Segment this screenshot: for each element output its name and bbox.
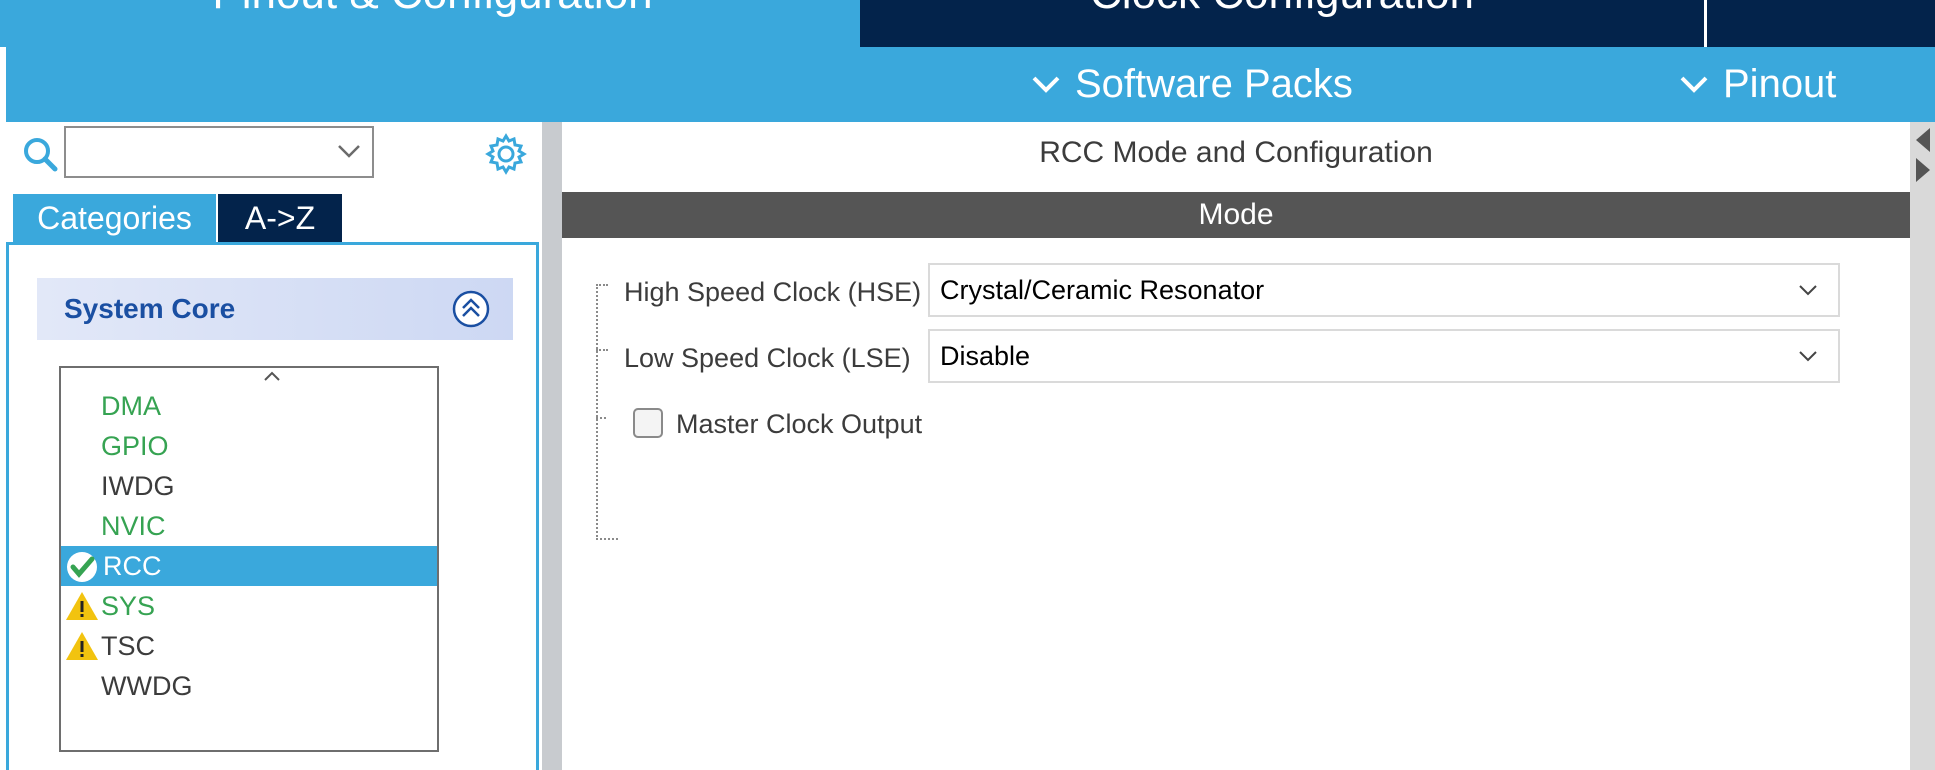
warning-icon <box>66 632 98 660</box>
chevron-down-icon[interactable] <box>1798 349 1818 363</box>
master-clock-output-label[interactable]: Master Clock Output <box>676 404 922 444</box>
tab-a-to-z[interactable]: A->Z <box>218 194 342 242</box>
tab-project-manager[interactable] <box>1707 0 1935 47</box>
chevron-down-icon <box>1032 76 1060 93</box>
master-clock-output-checkbox[interactable] <box>633 408 663 438</box>
left-panel: Categories A->Z System Core DMA GPIO IWD… <box>6 122 542 770</box>
tree-guide-branch <box>596 349 608 351</box>
hse-value: Crystal/Ceramic Resonator <box>940 275 1265 305</box>
list-item-label: TSC <box>101 631 155 661</box>
top-tab-bar: Pinout & Configuration Clock Configurati… <box>0 0 1935 47</box>
tree-guide-branch <box>596 417 606 419</box>
tree-guide-line <box>596 284 598 540</box>
list-item-label: RCC <box>103 551 162 581</box>
list-item-iwdg[interactable]: IWDG <box>61 466 437 506</box>
panel-splitter[interactable] <box>542 122 562 770</box>
mode-section-header[interactable]: Mode <box>562 192 1910 238</box>
tab-pinout-label: Pinout & Configuration <box>6 0 859 17</box>
right-panel: RCC Mode and Configuration Mode High Spe… <box>562 122 1935 770</box>
list-item-label: NVIC <box>101 511 166 541</box>
pinout-label: Pinout <box>1723 62 1837 106</box>
tree-guide-branch <box>596 538 618 540</box>
chevron-down-icon[interactable] <box>1798 283 1818 297</box>
warning-icon <box>66 592 98 620</box>
list-item-label: IWDG <box>101 471 175 501</box>
list-item-label: DMA <box>101 391 161 421</box>
lse-label: Low Speed Clock (LSE) <box>624 343 911 373</box>
pinout-menu[interactable]: Pinout <box>1679 59 1836 109</box>
peripheral-list[interactable]: DMA GPIO IWDG NVIC RCC SYS TSC WWDG <box>59 366 439 752</box>
chevron-down-icon <box>1680 76 1708 93</box>
list-item-rcc[interactable]: RCC <box>61 546 437 586</box>
list-item-tsc[interactable]: TSC <box>61 626 437 666</box>
search-input[interactable] <box>72 128 326 176</box>
list-item-label: GPIO <box>101 431 169 461</box>
arrow-left-icon[interactable] <box>1910 124 1935 184</box>
hse-select[interactable]: Crystal/Ceramic Resonator <box>928 263 1840 317</box>
chevron-down-icon[interactable] <box>336 142 362 160</box>
search-icon[interactable] <box>22 136 58 172</box>
page-title: RCC Mode and Configuration <box>1039 136 1433 169</box>
list-item-sys[interactable]: SYS <box>61 586 437 626</box>
system-core-label: System Core <box>64 293 236 324</box>
right-scrollbar[interactable] <box>1910 122 1935 770</box>
hse-label: High Speed Clock (HSE) <box>624 277 922 307</box>
list-item-nvic[interactable]: NVIC <box>61 506 437 546</box>
tab-clock-label: Clock Configuration <box>860 0 1704 17</box>
list-item-gpio[interactable]: GPIO <box>61 426 437 466</box>
tab-pinout-configuration[interactable]: Pinout & Configuration <box>6 0 859 47</box>
tab-categories[interactable]: Categories <box>13 194 216 242</box>
system-core-header[interactable]: System Core <box>37 278 513 340</box>
lse-value: Disable <box>940 341 1031 371</box>
list-item-dma[interactable]: DMA <box>61 386 437 426</box>
collapse-up-icon[interactable] <box>451 289 491 329</box>
tab-clock-configuration[interactable]: Clock Configuration <box>860 0 1704 47</box>
search-combobox[interactable] <box>64 126 374 178</box>
software-packs-label: Software Packs <box>1075 62 1353 106</box>
scroll-up-icon[interactable] <box>263 370 281 382</box>
gear-icon[interactable] <box>484 132 528 176</box>
list-item-wwdg[interactable]: WWDG <box>61 666 437 706</box>
list-item-label: WWDG <box>101 671 193 701</box>
tree-guide-branch <box>596 284 608 286</box>
toolbar: Software Packs Pinout <box>6 47 1935 122</box>
software-packs-menu[interactable]: Software Packs <box>1031 59 1353 109</box>
check-circle-icon <box>67 552 97 582</box>
lse-select[interactable]: Disable <box>928 329 1840 383</box>
list-item-label: SYS <box>101 591 156 621</box>
